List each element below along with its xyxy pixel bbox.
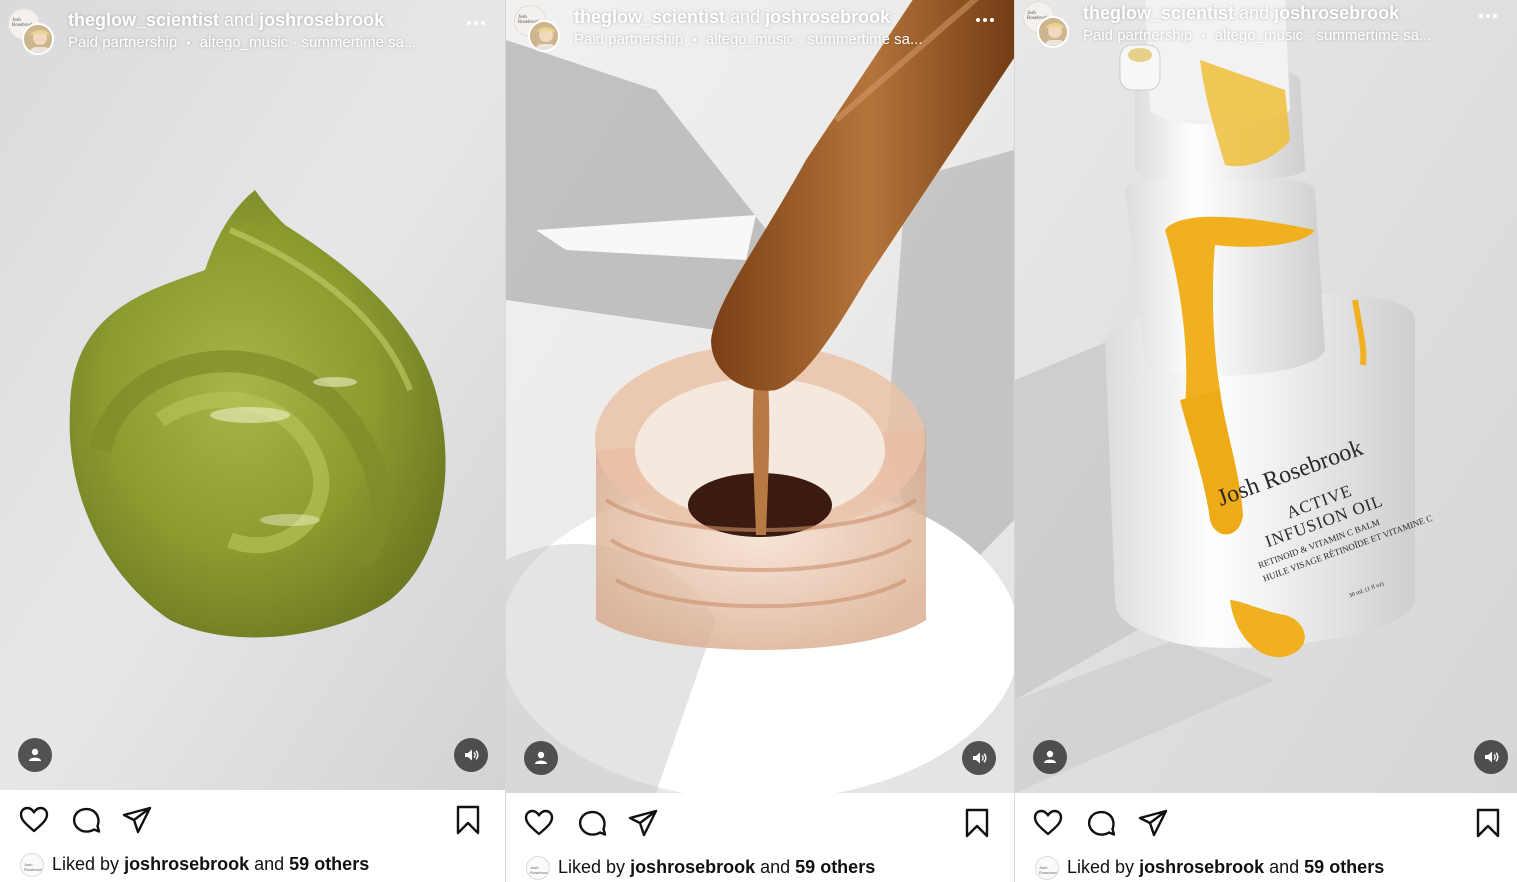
- avatar[interactable]: [528, 20, 560, 52]
- speaker-icon: [465, 749, 479, 761]
- and-text: and: [1269, 857, 1300, 877]
- avatar-photo: [1039, 18, 1067, 46]
- more-horizontal-icon[interactable]: [1477, 5, 1499, 27]
- reel-post-3: Josh Rosebrook ACTIVE INFUSION OIL RETIN…: [1015, 0, 1517, 882]
- paid-partnership-label[interactable]: Paid partnership: [1083, 27, 1192, 44]
- audio-track-link[interactable]: altego_music · summertime sa...: [706, 31, 923, 48]
- separator-dot: •: [186, 36, 191, 50]
- action-bar: [506, 803, 1014, 847]
- post-subtitle: Paid partnership • altego_music · summer…: [574, 31, 923, 48]
- likes-row: Josh Rosebrook Liked by joshrosebrook an…: [1015, 854, 1517, 882]
- likes-text[interactable]: Liked by joshrosebrook and 59 others: [1067, 857, 1384, 878]
- honey-dropper-jar-image: [506, 0, 1014, 793]
- avatar[interactable]: Josh Rosebrook: [20, 853, 44, 877]
- username-link[interactable]: joshrosebrook: [765, 7, 890, 27]
- liked-by-label: Liked by: [1067, 857, 1135, 877]
- reel-video[interactable]: Josh Rosebrook ACTIVE INFUSION OIL RETIN…: [1015, 0, 1517, 793]
- collab-avatars[interactable]: Josh Rosebrook: [1023, 1, 1069, 48]
- green-gel-swirl-image: [0, 0, 505, 790]
- audio-track-link[interactable]: altego_music · summertime sa...: [200, 34, 417, 51]
- separator-dot: •: [1201, 29, 1206, 43]
- mute-button[interactable]: [454, 738, 488, 772]
- and-text: and: [1239, 3, 1270, 23]
- speaker-icon: [973, 752, 987, 764]
- mute-button[interactable]: [962, 741, 996, 775]
- tagged-people-button[interactable]: [18, 738, 52, 772]
- more-horizontal-icon[interactable]: [974, 9, 996, 31]
- post-header: Josh Rosebrook theglow_scientist and jos…: [0, 0, 505, 70]
- post-subtitle: Paid partnership • altego_music · summer…: [1083, 27, 1432, 44]
- username-link[interactable]: theglow_scientist: [1083, 3, 1234, 23]
- reel-video[interactable]: [506, 0, 1014, 793]
- post-header: Josh Rosebrook theglow_scientist and jos…: [506, 0, 1014, 67]
- likes-text[interactable]: Liked by joshrosebrook and 59 others: [52, 854, 369, 875]
- collab-usernames[interactable]: theglow_scientist and joshrosebrook: [574, 7, 890, 28]
- collab-usernames[interactable]: theglow_scientist and joshrosebrook: [1083, 3, 1399, 24]
- avatar-logo-text: Josh Rosebrook: [1039, 865, 1059, 875]
- comment-icon[interactable]: [70, 804, 102, 836]
- speaker-icon: [1485, 751, 1499, 763]
- bookmark-icon[interactable]: [1472, 807, 1504, 839]
- avatar-logo-text: Josh Rosebrook: [24, 862, 44, 872]
- username-link[interactable]: joshrosebrook: [1274, 3, 1399, 23]
- collab-avatars[interactable]: Josh Rosebrook: [8, 8, 54, 55]
- liked-by-label: Liked by: [52, 854, 120, 874]
- likes-row: Josh Rosebrook Liked by joshrosebrook an…: [506, 854, 1014, 882]
- paid-partnership-label[interactable]: Paid partnership: [68, 34, 177, 51]
- action-bar: [1015, 803, 1517, 847]
- more-horizontal-icon[interactable]: [465, 12, 487, 34]
- avatar-photo: [24, 25, 52, 53]
- bookmark-icon[interactable]: [452, 804, 484, 836]
- liked-by-label: Liked by: [558, 857, 626, 877]
- share-icon[interactable]: [1137, 807, 1169, 839]
- likes-count-link[interactable]: 59 others: [289, 854, 369, 874]
- likes-count-link[interactable]: 59 others: [1304, 857, 1384, 877]
- share-icon[interactable]: [121, 804, 153, 836]
- heart-icon[interactable]: [1032, 807, 1064, 839]
- and-text: and: [254, 854, 285, 874]
- heart-icon[interactable]: [18, 804, 50, 836]
- username-link[interactable]: theglow_scientist: [574, 7, 725, 27]
- mute-button[interactable]: [1474, 740, 1508, 774]
- heart-icon[interactable]: [523, 807, 555, 839]
- likes-count-link[interactable]: 59 others: [795, 857, 875, 877]
- tagged-people-button[interactable]: [524, 741, 558, 775]
- username-link[interactable]: joshrosebrook: [630, 857, 755, 877]
- username-link[interactable]: joshrosebrook: [124, 854, 249, 874]
- avatar-photo: [530, 22, 558, 50]
- audio-track-link[interactable]: altego_music · summertime sa...: [1215, 27, 1432, 44]
- comment-icon[interactable]: [576, 807, 608, 839]
- oil-bottle-image: Josh Rosebrook ACTIVE INFUSION OIL RETIN…: [1015, 0, 1517, 793]
- avatar[interactable]: [22, 23, 54, 55]
- collab-avatars[interactable]: Josh Rosebrook: [514, 5, 560, 52]
- avatar-logo-text: Josh Rosebrook: [530, 865, 550, 875]
- and-text: and: [760, 857, 791, 877]
- post-subtitle: Paid partnership • altego_music · summer…: [68, 34, 417, 51]
- username-link[interactable]: joshrosebrook: [1139, 857, 1264, 877]
- person-icon: [29, 748, 41, 761]
- person-icon: [1044, 750, 1056, 763]
- avatar[interactable]: [1037, 16, 1069, 48]
- and-text: and: [730, 7, 761, 27]
- tagged-people-button[interactable]: [1033, 740, 1067, 774]
- username-link[interactable]: theglow_scientist: [68, 10, 219, 30]
- bookmark-icon[interactable]: [961, 807, 993, 839]
- separator-dot: •: [692, 33, 697, 47]
- username-link[interactable]: joshrosebrook: [259, 10, 384, 30]
- reel-post-1: Josh Rosebrook theglow_scientist and jos…: [0, 0, 505, 882]
- likes-text[interactable]: Liked by joshrosebrook and 59 others: [558, 857, 875, 878]
- action-bar: [0, 800, 505, 844]
- reel-video[interactable]: [0, 0, 505, 790]
- reel-post-2: Josh Rosebrook theglow_scientist and jos…: [506, 0, 1014, 882]
- avatar[interactable]: Josh Rosebrook: [1035, 856, 1059, 880]
- collab-usernames[interactable]: theglow_scientist and joshrosebrook: [68, 10, 384, 31]
- person-icon: [535, 751, 547, 764]
- likes-row: Josh Rosebrook Liked by joshrosebrook an…: [0, 851, 505, 879]
- post-header: Josh Rosebrook theglow_scientist and jos…: [1015, 0, 1517, 63]
- paid-partnership-label[interactable]: Paid partnership: [574, 31, 683, 48]
- comment-icon[interactable]: [1085, 807, 1117, 839]
- share-icon[interactable]: [627, 807, 659, 839]
- avatar[interactable]: Josh Rosebrook: [526, 856, 550, 880]
- and-text: and: [224, 10, 255, 30]
